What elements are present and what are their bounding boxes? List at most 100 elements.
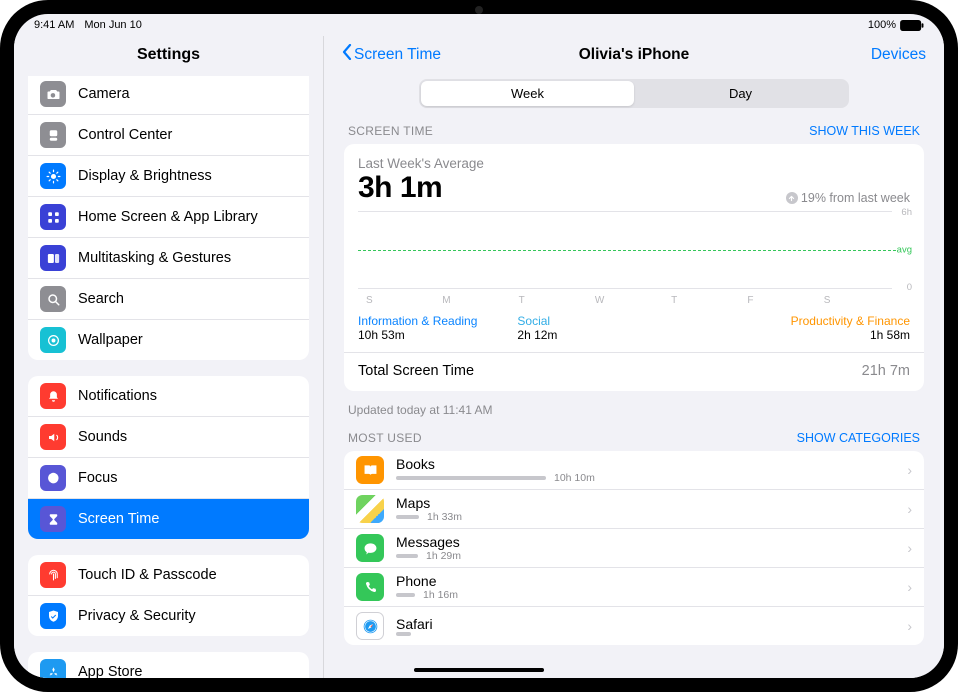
usage-time: 1h 33m <box>427 511 462 523</box>
safari-icon <box>356 612 384 640</box>
privacy-icon <box>40 603 66 629</box>
mostused-row-maps[interactable]: Maps1h 33m› <box>344 490 924 529</box>
show-categories-link[interactable]: SHOW CATEGORIES <box>797 431 920 445</box>
app-name: Books <box>396 456 895 472</box>
sidebar-item-focus[interactable]: Focus <box>28 458 309 499</box>
sidebar-item-label: Control Center <box>78 127 172 143</box>
sidebar-item-notifications[interactable]: Notifications <box>28 376 309 417</box>
phone-icon <box>356 573 384 601</box>
home-indicator[interactable] <box>414 668 544 672</box>
status-bar: 9:41 AM Mon Jun 10 100% <box>14 14 944 36</box>
sidebar-item-label: Sounds <box>78 429 127 445</box>
usage-bar <box>396 632 411 636</box>
avg-label: Last Week's Average <box>358 156 910 171</box>
sidebar-item-label: Focus <box>78 470 118 486</box>
category-summary: Information & Reading10h 53m <box>358 314 477 342</box>
touchid-icon <box>40 562 66 588</box>
most-used-card: Books10h 10m›Maps1h 33m›Messages1h 29m›P… <box>344 451 924 645</box>
sidebar-item-wallpaper[interactable]: Wallpaper <box>28 320 309 360</box>
back-label: Screen Time <box>354 46 441 64</box>
messages-icon <box>356 534 384 562</box>
section-label: SCREEN TIME <box>348 124 433 138</box>
delta-from-last-week: 19% from last week <box>786 191 910 205</box>
screentime-card: Last Week's Average 3h 1m 19% from last … <box>344 144 924 391</box>
screentime-section-header: SCREEN TIME SHOW THIS WEEK <box>344 124 924 144</box>
sidebar-item-control-center[interactable]: Control Center <box>28 115 309 156</box>
segment-day[interactable]: Day <box>634 81 847 106</box>
category-summary-row: Information & Reading10h 53m Social2h 12m… <box>358 314 910 342</box>
app-name: Maps <box>396 495 895 511</box>
sidebar-item-sounds[interactable]: Sounds <box>28 417 309 458</box>
main-panel: Screen Time Olivia's iPhone Devices Week… <box>324 36 944 678</box>
app-name: Phone <box>396 573 895 589</box>
sidebar-item-label: App Store <box>78 664 143 678</box>
sidebar-title: Settings <box>14 36 323 76</box>
search-icon <box>40 286 66 312</box>
sidebar-item-app-store[interactable]: App Store <box>28 652 309 678</box>
mostused-row-safari[interactable]: Safari› <box>344 607 924 645</box>
sidebar-item-label: Home Screen & App Library <box>78 209 258 225</box>
usage-time: 1h 29m <box>426 550 461 562</box>
sidebar-item-label: Multitasking & Gestures <box>78 250 231 266</box>
segment-week[interactable]: Week <box>421 81 634 106</box>
app-name: Messages <box>396 534 895 550</box>
avg-value: 3h 1m <box>358 171 442 205</box>
books-icon <box>356 456 384 484</box>
sidebar-item-label: Screen Time <box>78 511 159 527</box>
mostused-row-books[interactable]: Books10h 10m› <box>344 451 924 490</box>
show-this-week-link[interactable]: SHOW THIS WEEK <box>809 124 920 138</box>
sidebar-item-label: Notifications <box>78 388 157 404</box>
camera-icon <box>40 81 66 107</box>
sidebar-item-search[interactable]: Search <box>28 279 309 320</box>
sidebar-item-screen-time[interactable]: Screen Time <box>28 499 309 539</box>
chevron-right-icon: › <box>907 462 912 478</box>
maps-icon <box>356 495 384 523</box>
yaxis-top: 6h <box>901 207 912 218</box>
usage-bar <box>396 554 418 558</box>
statusbar-time: 9:41 AM <box>34 19 74 31</box>
usage-bar <box>396 593 415 597</box>
sidebar-item-privacy-security[interactable]: Privacy & Security <box>28 596 309 636</box>
wallpaper-icon <box>40 327 66 353</box>
category-summary: Productivity & Finance1h 58m <box>791 314 910 342</box>
sidebar-item-multitasking-gestures[interactable]: Multitasking & Gestures <box>28 238 309 279</box>
sounds-icon <box>40 424 66 450</box>
sidebar-item-label: Search <box>78 291 124 307</box>
display-icon <box>40 163 66 189</box>
total-value: 21h 7m <box>862 363 910 379</box>
chevron-right-icon: › <box>907 540 912 556</box>
settings-sidebar: Settings Camera Control Center Display & B… <box>14 36 324 678</box>
focus-icon <box>40 465 66 491</box>
week-day-segmented[interactable]: Week Day <box>419 79 849 108</box>
controlcenter-icon <box>40 122 66 148</box>
total-screen-time-row: Total Screen Time 21h 7m <box>344 352 924 381</box>
devices-button[interactable]: Devices <box>871 46 926 64</box>
device-camera-dot <box>475 6 483 14</box>
category-summary: Social2h 12m <box>517 314 557 342</box>
sidebar-item-camera[interactable]: Camera <box>28 76 309 115</box>
statusbar-battery-pct: 100% <box>868 19 896 31</box>
sidebar-item-label: Display & Brightness <box>78 168 212 184</box>
home-icon <box>40 204 66 230</box>
section-label: MOST USED <box>348 431 422 445</box>
sidebar-item-touch-id-passcode[interactable]: Touch ID & Passcode <box>28 555 309 596</box>
mostused-row-phone[interactable]: Phone1h 16m › <box>344 568 924 607</box>
nav-bar: Screen Time Olivia's iPhone Devices <box>324 36 944 75</box>
chevron-right-icon: › <box>907 618 912 634</box>
chart-xaxis: SMTWTFS <box>358 295 892 306</box>
sidebar-item-home-screen-app-library[interactable]: Home Screen & App Library <box>28 197 309 238</box>
chevron-right-icon: › <box>907 579 912 595</box>
back-button[interactable]: Screen Time <box>342 44 441 65</box>
chevron-left-icon <box>342 44 352 65</box>
total-label: Total Screen Time <box>358 363 474 379</box>
sidebar-item-label: Touch ID & Passcode <box>78 567 217 583</box>
avg-reference-line <box>358 250 896 251</box>
mostused-row-messages[interactable]: Messages1h 29m › <box>344 529 924 568</box>
notifications-icon <box>40 383 66 409</box>
sidebar-item-label: Camera <box>78 86 130 102</box>
sidebar-item-label: Wallpaper <box>78 332 143 348</box>
battery-icon <box>900 20 924 31</box>
usage-time: 1h 16m <box>423 589 458 601</box>
sidebar-item-display-brightness[interactable]: Display & Brightness <box>28 156 309 197</box>
statusbar-date: Mon Jun 10 <box>84 19 141 31</box>
